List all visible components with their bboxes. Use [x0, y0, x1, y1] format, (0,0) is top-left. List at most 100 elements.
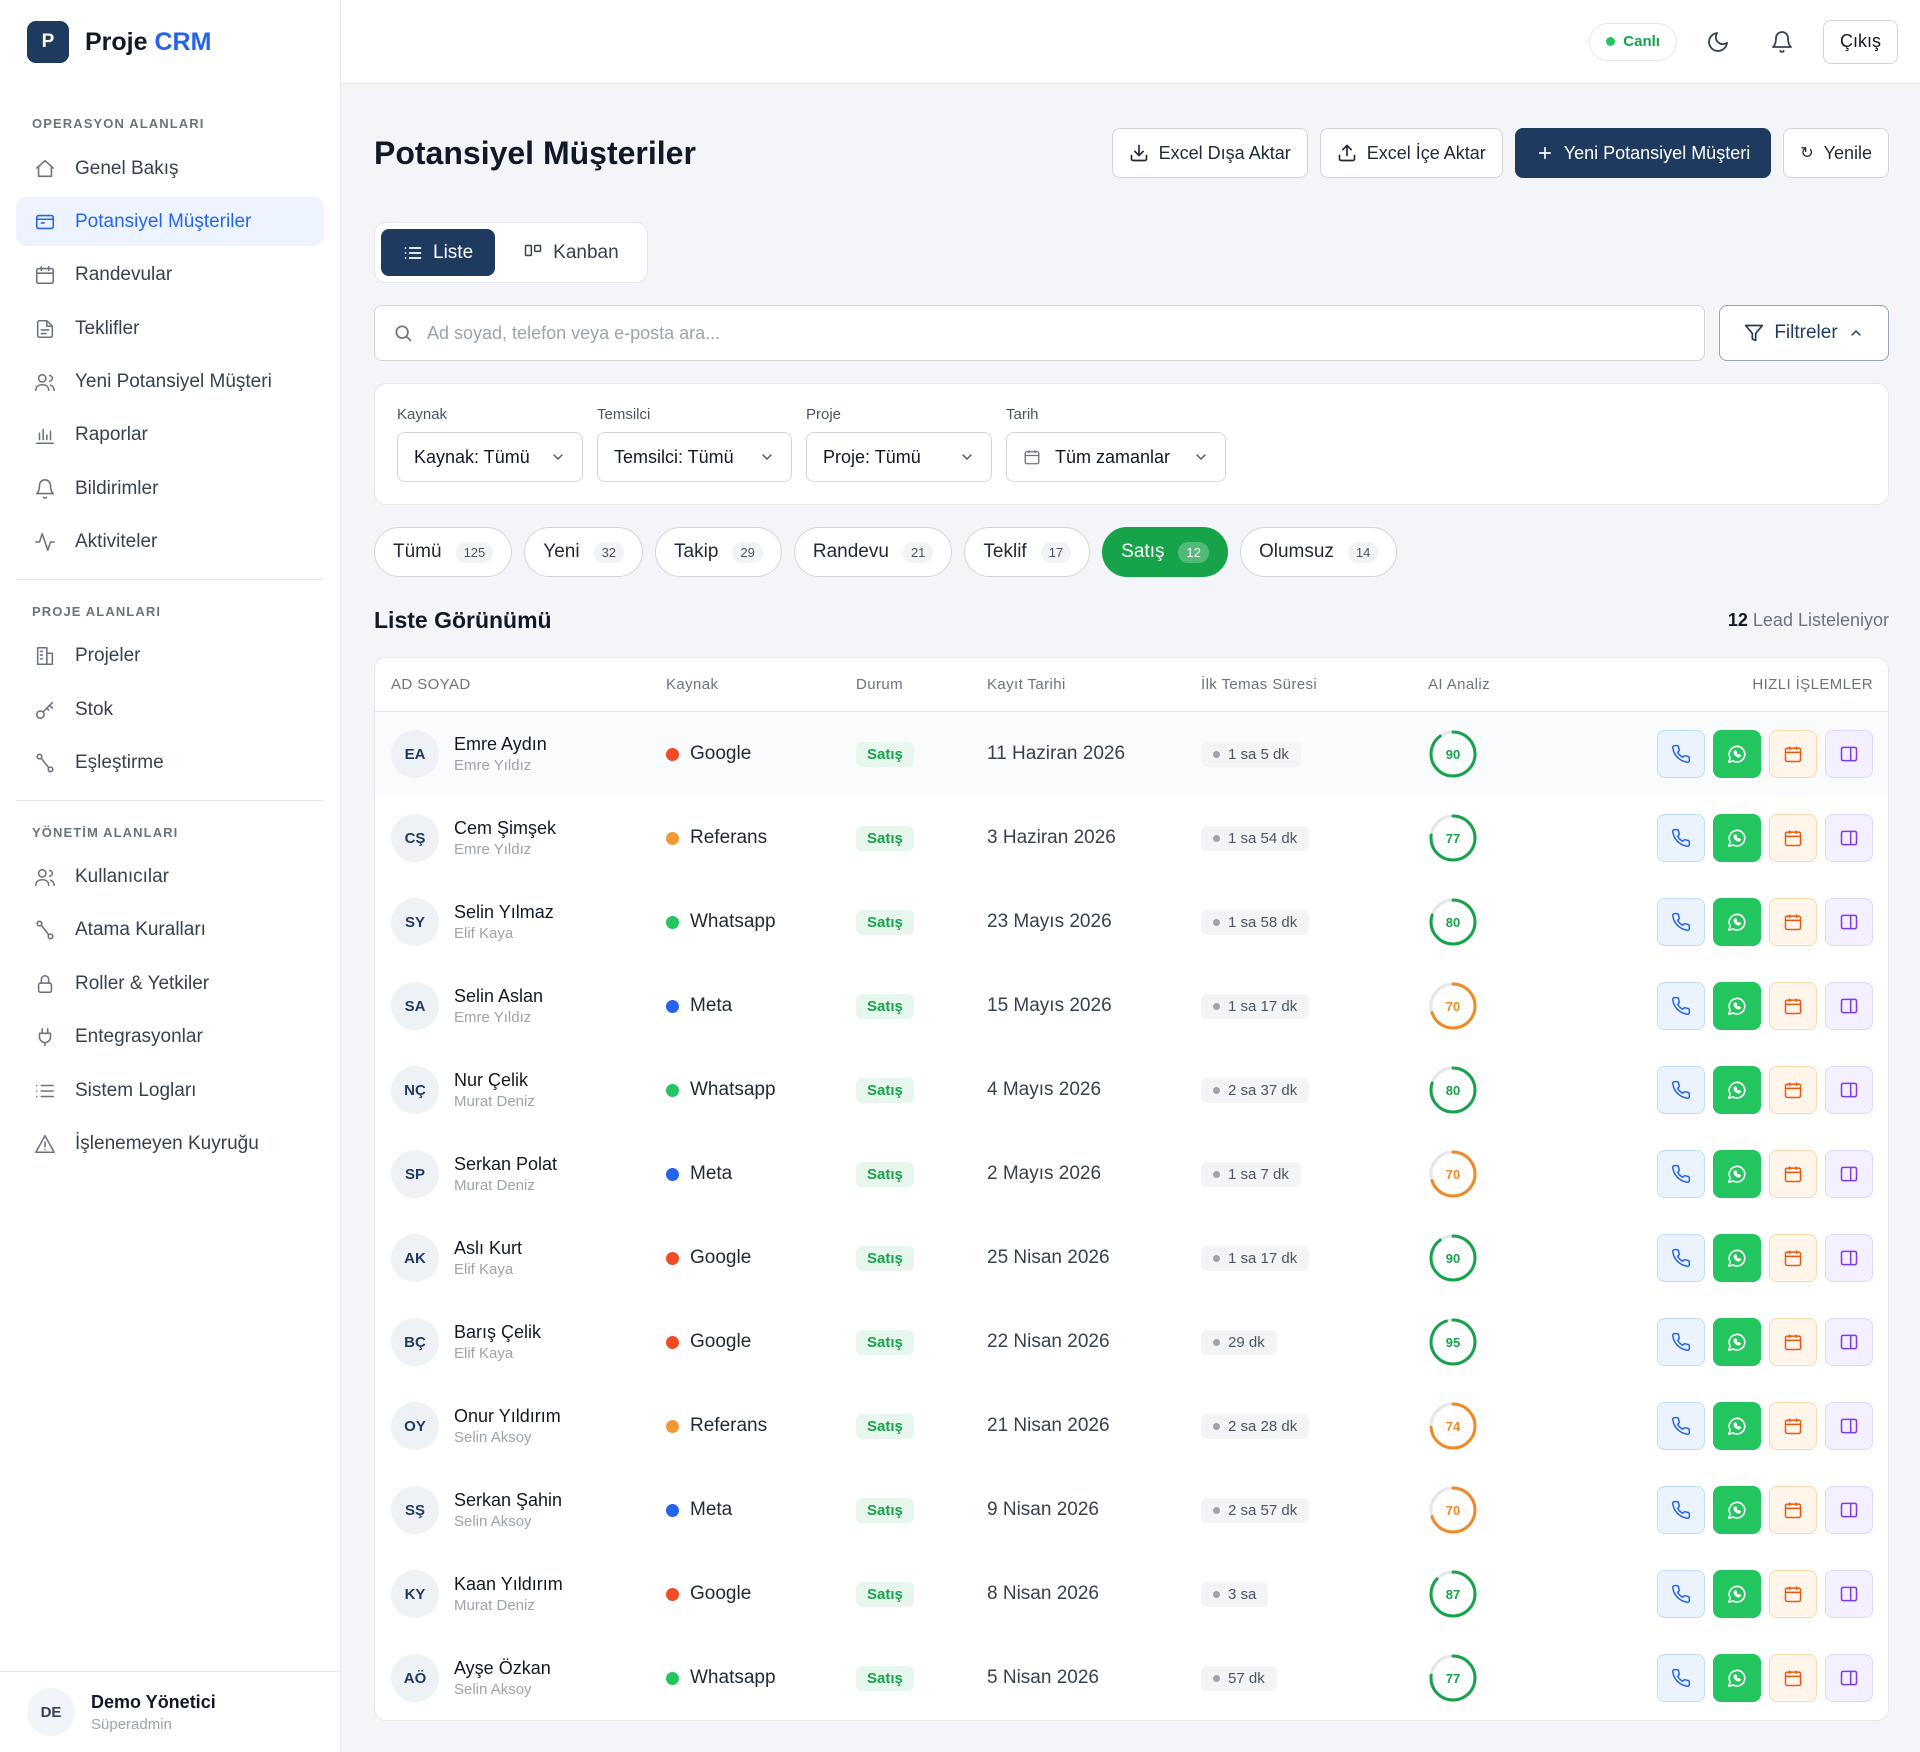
open-detail-panel-button[interactable] — [1825, 1066, 1873, 1114]
lead-name[interactable]: Serkan Şahin — [454, 1490, 562, 1511]
call-button[interactable] — [1657, 1570, 1705, 1618]
open-detail-panel-button[interactable] — [1825, 1654, 1873, 1702]
column-header-name[interactable]: AD SOYAD — [391, 676, 666, 693]
table-row[interactable]: AÖ Ayşe Özkan Selin Aksoy Whatsapp Satış 5 Ni… — [375, 1636, 1888, 1720]
open-detail-panel-button[interactable] — [1825, 1402, 1873, 1450]
table-row[interactable]: CŞ Cem Şimşek Emre Yıldız Referans Satış 3 Ha… — [375, 796, 1888, 880]
column-header-status[interactable]: Durum — [856, 676, 987, 693]
ai-score-ring[interactable]: 95 — [1428, 1317, 1478, 1367]
notifications-button[interactable] — [1759, 19, 1805, 65]
open-detail-panel-button[interactable] — [1825, 982, 1873, 1030]
call-button[interactable] — [1657, 898, 1705, 946]
sidebar-item-roller-yetkiler[interactable]: Roller & Yetkiler — [16, 959, 324, 1008]
table-row[interactable]: SŞ Serkan Şahin Selin Aksoy Meta Satış 9 Nisa… — [375, 1468, 1888, 1552]
sidebar-item-teklifler[interactable]: Teklifler — [16, 304, 324, 353]
sidebar-item-potansiyel-musteriler[interactable]: Potansiyel Müşteriler — [16, 197, 324, 247]
ai-score-ring[interactable]: 70 — [1428, 981, 1478, 1031]
sidebar-item-entegrasyonlar[interactable]: Entegrasyonlar — [16, 1013, 324, 1062]
schedule-appointment-button[interactable] — [1769, 1402, 1817, 1450]
table-row[interactable]: OY Onur Yıldırım Selin Aksoy Referans Satış 2… — [375, 1384, 1888, 1468]
call-button[interactable] — [1657, 1234, 1705, 1282]
filter-select-proje[interactable]: Proje: Tümü — [806, 432, 992, 482]
import-excel-button[interactable]: Excel İçe Aktar — [1319, 128, 1503, 178]
ai-score-ring[interactable]: 90 — [1428, 1233, 1478, 1283]
user-card[interactable]: DE Demo Yönetici Süperadmin — [0, 1671, 340, 1752]
open-detail-panel-button[interactable] — [1825, 1150, 1873, 1198]
status-tab-satis[interactable]: Satış 12 — [1102, 527, 1228, 577]
filter-select-tarih[interactable]: Tüm zamanlar — [1006, 432, 1226, 482]
sidebar-item-islenemeyen-kuyrugu[interactable]: İşlenemeyen Kuyruğu — [16, 1119, 324, 1168]
column-header-date[interactable]: Kayıt Tarihi — [987, 676, 1201, 693]
schedule-appointment-button[interactable] — [1769, 1234, 1817, 1282]
whatsapp-button[interactable] — [1713, 982, 1761, 1030]
table-row[interactable]: SA Selin Aslan Emre Yıldız Meta Satış 15 Mayı… — [375, 964, 1888, 1048]
schedule-appointment-button[interactable] — [1769, 730, 1817, 778]
column-header-source[interactable]: Kaynak — [666, 676, 856, 693]
sidebar-item-yeni-potansiyel-musteri[interactable]: Yeni Potansiyel Müşteri — [16, 358, 324, 407]
table-row[interactable]: SY Selin Yılmaz Elif Kaya Whatsapp Satış 23 M… — [375, 880, 1888, 964]
whatsapp-button[interactable] — [1713, 730, 1761, 778]
lead-name[interactable]: Cem Şimşek — [454, 818, 556, 839]
brand[interactable]: P Proje CRM — [0, 0, 340, 84]
lead-name[interactable]: Barış Çelik — [454, 1322, 541, 1343]
table-row[interactable]: SP Serkan Polat Murat Deniz Meta Satış 2 Mayı… — [375, 1132, 1888, 1216]
call-button[interactable] — [1657, 1486, 1705, 1534]
schedule-appointment-button[interactable] — [1769, 1654, 1817, 1702]
ai-score-ring[interactable]: 77 — [1428, 813, 1478, 863]
status-tab-tumu[interactable]: Tümü 125 — [374, 527, 513, 577]
schedule-appointment-button[interactable] — [1769, 1486, 1817, 1534]
status-tab-teklif[interactable]: Teklif 17 — [964, 527, 1091, 577]
schedule-appointment-button[interactable] — [1769, 1150, 1817, 1198]
open-detail-panel-button[interactable] — [1825, 1570, 1873, 1618]
lead-name[interactable]: Aslı Kurt — [454, 1238, 522, 1259]
whatsapp-button[interactable] — [1713, 1234, 1761, 1282]
new-lead-button[interactable]: Yeni Potansiyel Müşteri — [1514, 128, 1772, 178]
whatsapp-button[interactable] — [1713, 1150, 1761, 1198]
sidebar-item-sistem-loglari[interactable]: Sistem Logları — [16, 1066, 324, 1115]
column-header-ai[interactable]: AI Analiz — [1428, 676, 1548, 693]
status-tab-olumsuz[interactable]: Olumsuz 14 — [1239, 527, 1398, 577]
lead-name[interactable]: Selin Aslan — [454, 986, 543, 1007]
table-row[interactable]: EA Emre Aydın Emre Yıldız Google Satış 11 Haz… — [375, 712, 1888, 796]
search-input[interactable] — [427, 322, 1704, 344]
lead-name[interactable]: Emre Aydın — [454, 734, 547, 755]
whatsapp-button[interactable] — [1713, 1402, 1761, 1450]
status-tab-takip[interactable]: Takip 29 — [655, 527, 782, 577]
sidebar-item-randevular[interactable]: Randevular — [16, 251, 324, 300]
open-detail-panel-button[interactable] — [1825, 814, 1873, 862]
open-detail-panel-button[interactable] — [1825, 1318, 1873, 1366]
open-detail-panel-button[interactable] — [1825, 730, 1873, 778]
sidebar-item-aktiviteler[interactable]: Aktiviteler — [16, 518, 324, 567]
status-tab-randevu[interactable]: Randevu 21 — [793, 527, 953, 577]
whatsapp-button[interactable] — [1713, 898, 1761, 946]
ai-score-ring[interactable]: 77 — [1428, 1653, 1478, 1703]
call-button[interactable] — [1657, 730, 1705, 778]
lead-name[interactable]: Selin Yılmaz — [454, 902, 554, 923]
open-detail-panel-button[interactable] — [1825, 1234, 1873, 1282]
filter-select-temsilci[interactable]: Temsilci: Tümü — [597, 432, 792, 482]
ai-score-ring[interactable]: 87 — [1428, 1569, 1478, 1619]
whatsapp-button[interactable] — [1713, 1066, 1761, 1114]
ai-score-ring[interactable]: 90 — [1428, 729, 1478, 779]
whatsapp-button[interactable] — [1713, 1570, 1761, 1618]
schedule-appointment-button[interactable] — [1769, 1066, 1817, 1114]
call-button[interactable] — [1657, 1066, 1705, 1114]
call-button[interactable] — [1657, 1150, 1705, 1198]
call-button[interactable] — [1657, 814, 1705, 862]
sidebar-item-atama-kurallari[interactable]: Atama Kuralları — [16, 906, 324, 955]
ai-score-ring[interactable]: 80 — [1428, 1065, 1478, 1115]
refresh-button[interactable]: ↻ Yenile — [1783, 128, 1889, 178]
lead-name[interactable]: Ayşe Özkan — [454, 1658, 551, 1679]
ai-score-ring[interactable]: 80 — [1428, 897, 1478, 947]
lead-name[interactable]: Serkan Polat — [454, 1154, 557, 1175]
sidebar-item-genel-bakis[interactable]: Genel Bakış — [16, 144, 324, 193]
sidebar-item-bildirimler[interactable]: Bildirimler — [16, 464, 324, 513]
call-button[interactable] — [1657, 1654, 1705, 1702]
table-row[interactable]: KY Kaan Yıldırım Murat Deniz Google Satış 8 N… — [375, 1552, 1888, 1636]
export-excel-button[interactable]: Excel Dışa Aktar — [1111, 128, 1308, 178]
lead-name[interactable]: Kaan Yıldırım — [454, 1574, 563, 1595]
sidebar-item-eslestirme[interactable]: Eşleştirme — [16, 739, 324, 788]
call-button[interactable] — [1657, 982, 1705, 1030]
ai-score-ring[interactable]: 70 — [1428, 1485, 1478, 1535]
sidebar-item-raporlar[interactable]: Raporlar — [16, 411, 324, 460]
